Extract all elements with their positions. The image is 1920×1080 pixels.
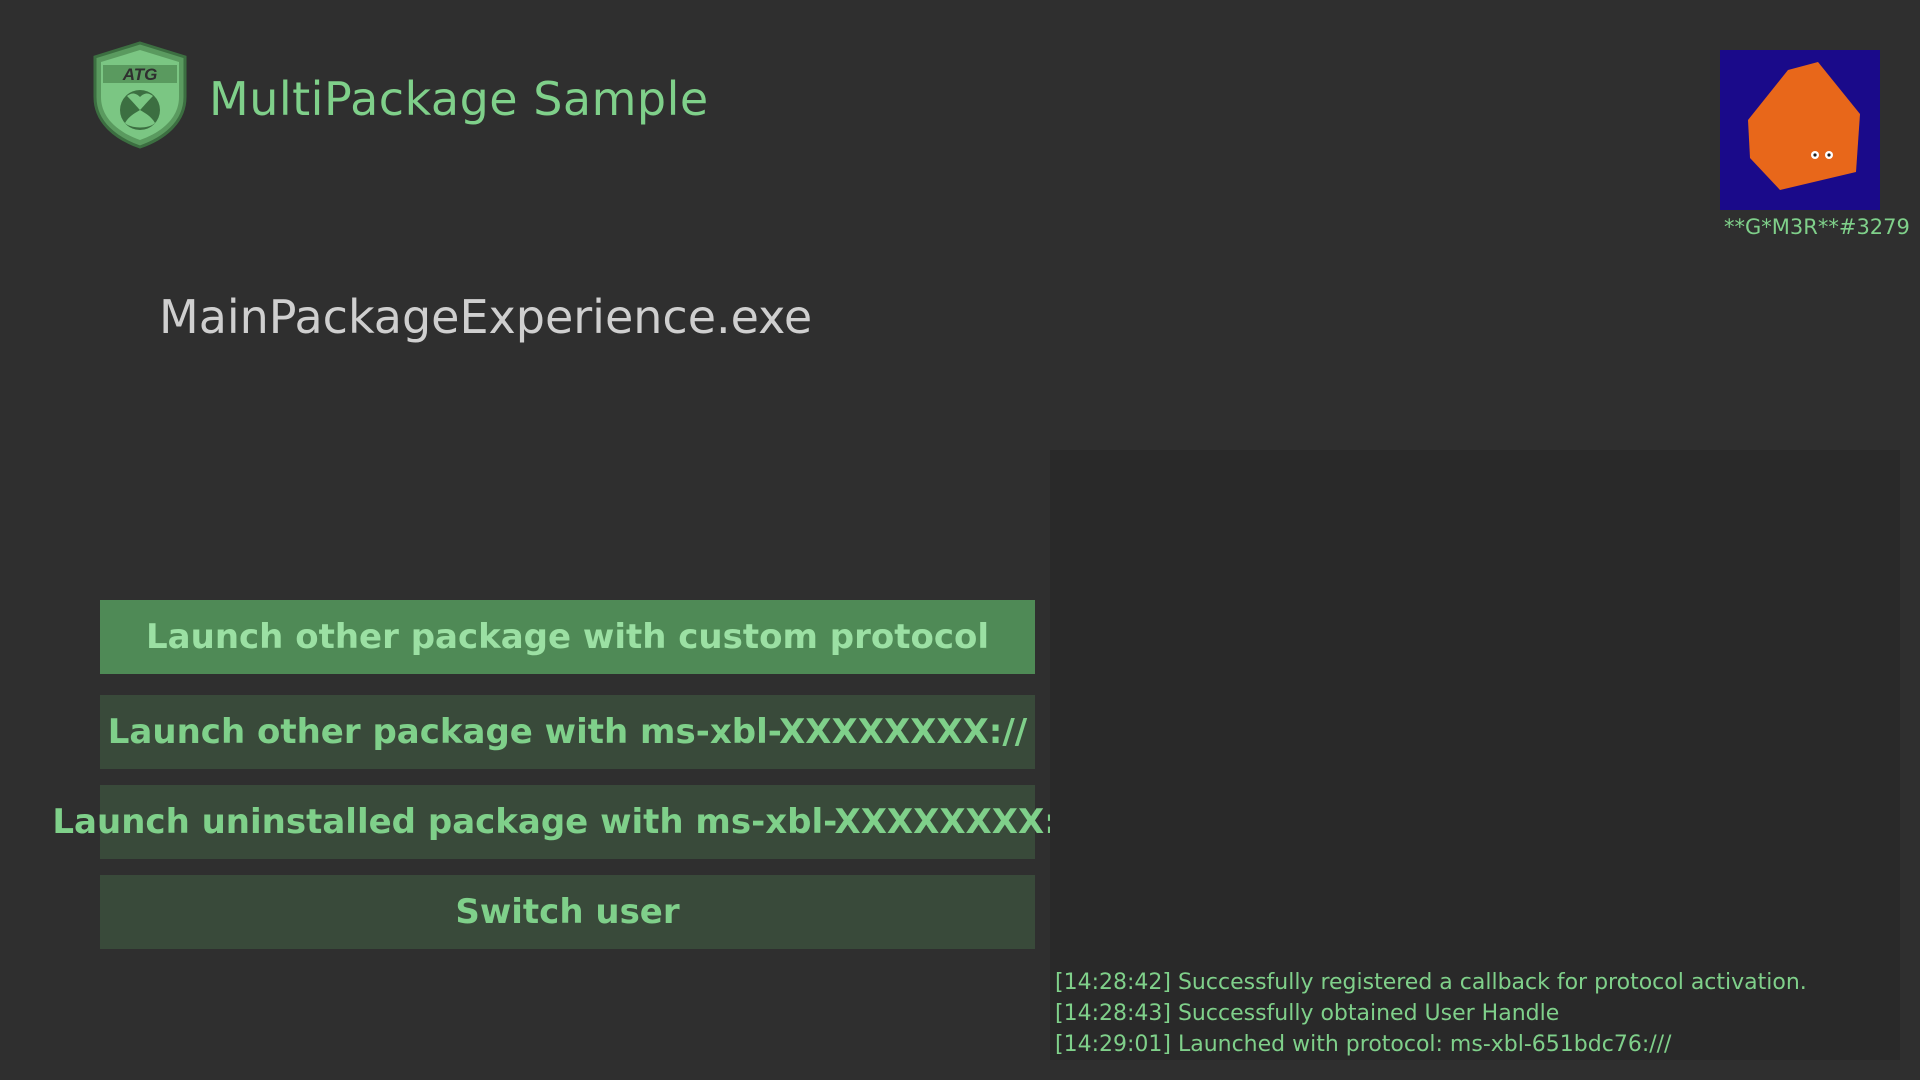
- log-line: [14:29:01] Launched with protocol: ms-xb…: [1055, 1032, 1672, 1057]
- user-gamertag: **G*M3R**#3279: [1724, 215, 1910, 239]
- button-label: Switch user: [455, 892, 680, 932]
- user-avatar: [1720, 50, 1880, 210]
- atg-shield-logo: ATG: [93, 41, 187, 149]
- exe-name-label: MainPackageExperience.exe: [159, 290, 813, 344]
- button-label: Launch other package with ms-xbl-XXXXXXX…: [107, 712, 1028, 752]
- launch-ms-xbl-button[interactable]: Launch other package with ms-xbl-XXXXXXX…: [100, 695, 1035, 769]
- button-label: Launch uninstalled package with ms-xbl-X…: [52, 802, 1083, 842]
- app-title: MultiPackage Sample: [209, 72, 709, 126]
- logo-lettering: ATG: [122, 65, 158, 84]
- log-line: [14:28:43] Successfully obtained User Ha…: [1055, 1001, 1560, 1026]
- log-panel: [14:28:42] Successfully registered a cal…: [1050, 450, 1900, 1060]
- log-lines: [14:28:42] Successfully registered a cal…: [1055, 967, 1895, 1060]
- launch-custom-protocol-button[interactable]: Launch other package with custom protoco…: [100, 600, 1035, 674]
- button-label: Launch other package with custom protoco…: [146, 617, 989, 657]
- log-line: [14:28:42] Successfully registered a cal…: [1055, 970, 1807, 995]
- switch-user-button[interactable]: Switch user: [100, 875, 1035, 949]
- avatar-image: [1720, 50, 1880, 210]
- app-window: ATG MultiPackage Sample MainPackageExper…: [0, 0, 1920, 1080]
- launch-uninstalled-package-button[interactable]: Launch uninstalled package with ms-xbl-X…: [52, 785, 1083, 859]
